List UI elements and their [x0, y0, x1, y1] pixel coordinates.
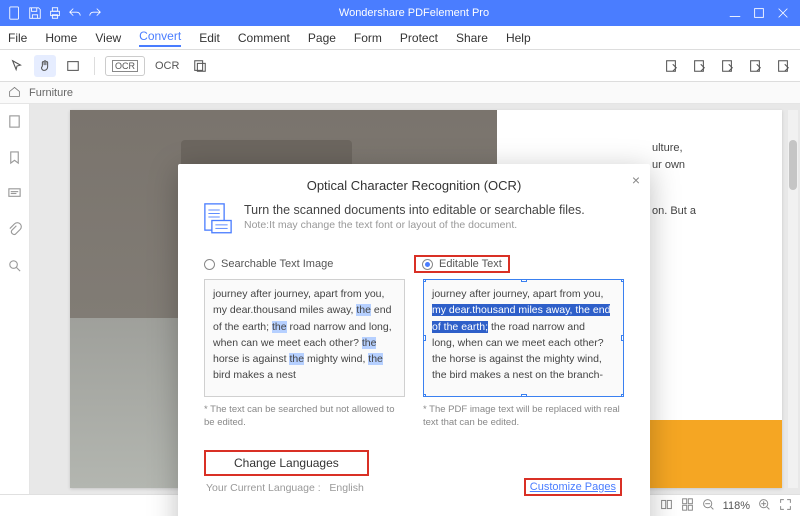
- ocr-badge: OCR: [105, 56, 145, 76]
- ocr-button[interactable]: OCR: [151, 55, 183, 77]
- preview-editable: journey after journey, apart from you, m…: [423, 279, 624, 430]
- left-panel: [0, 104, 30, 494]
- search-icon[interactable]: [7, 258, 22, 278]
- document-ocr-icon: [204, 203, 232, 235]
- menu-help[interactable]: Help: [506, 31, 531, 45]
- app-icon: [8, 6, 22, 20]
- menu-home[interactable]: Home: [45, 31, 77, 45]
- minimize-button[interactable]: [728, 6, 742, 20]
- window-title: Wondershare PDFelement Pro: [110, 7, 718, 19]
- menu-form[interactable]: Form: [354, 31, 382, 45]
- attachments-icon[interactable]: [7, 222, 22, 242]
- dialog-title: Optical Character Recognition (OCR): [200, 178, 628, 193]
- dialog-close-button[interactable]: ×: [632, 172, 640, 188]
- dialog-note: Note:It may change the text font or layo…: [244, 219, 585, 231]
- batch-convert-icon[interactable]: [189, 55, 211, 77]
- zoom-out-icon[interactable]: [702, 498, 715, 514]
- vertical-scrollbar[interactable]: [788, 110, 798, 488]
- close-button[interactable]: [776, 6, 790, 20]
- redo-icon[interactable]: [88, 6, 102, 20]
- radio-icon: [204, 259, 215, 270]
- thumbnails-icon[interactable]: [7, 114, 22, 134]
- save-icon[interactable]: [28, 6, 42, 20]
- undo-icon[interactable]: [68, 6, 82, 20]
- two-page-icon[interactable]: [660, 498, 673, 514]
- two-continuous-icon[interactable]: [681, 498, 694, 514]
- radio-selected-icon: [422, 259, 433, 270]
- to-ppt-icon[interactable]: [716, 55, 738, 77]
- breadcrumb-item[interactable]: Furniture: [29, 87, 73, 99]
- toolbar: OCR OCR: [0, 50, 800, 82]
- option-editable[interactable]: Editable Text: [414, 255, 624, 273]
- dialog-heading: Turn the scanned documents into editable…: [244, 203, 585, 217]
- comments-icon[interactable]: [7, 186, 22, 206]
- bookmarks-icon[interactable]: [7, 150, 22, 170]
- menu-view[interactable]: View: [95, 31, 121, 45]
- hand-tool[interactable]: [34, 55, 56, 77]
- to-image-icon[interactable]: [744, 55, 766, 77]
- preview-searchable-box: journey after journey, apart from you, m…: [204, 279, 405, 397]
- fullscreen-icon[interactable]: [779, 498, 792, 514]
- menu-edit[interactable]: Edit: [199, 31, 220, 45]
- preview-editable-box: journey after journey, apart from you, m…: [423, 279, 624, 397]
- preview-searchable: journey after journey, apart from you, m…: [204, 279, 405, 430]
- menu-convert[interactable]: Convert: [139, 29, 181, 47]
- document-text-fragment: ulture, ur own on. But a: [652, 140, 772, 220]
- zoom-in-icon[interactable]: [758, 498, 771, 514]
- breadcrumb: Furniture: [0, 82, 800, 104]
- to-pdf-icon[interactable]: [772, 55, 794, 77]
- menu-page[interactable]: Page: [308, 31, 336, 45]
- titlebar: Wondershare PDFelement Pro: [0, 0, 800, 26]
- customize-pages-link[interactable]: Customize Pages: [524, 478, 622, 496]
- menu-share[interactable]: Share: [456, 31, 488, 45]
- menu-comment[interactable]: Comment: [238, 31, 290, 45]
- to-excel-icon[interactable]: [688, 55, 710, 77]
- to-word-icon[interactable]: [660, 55, 682, 77]
- pointer-tool[interactable]: [6, 55, 28, 77]
- print-icon[interactable]: [48, 6, 62, 20]
- zoom-level: 118%: [723, 500, 750, 512]
- menu-file[interactable]: File: [8, 31, 27, 45]
- maximize-button[interactable]: [752, 6, 766, 20]
- home-icon[interactable]: [8, 85, 21, 101]
- change-languages-button[interactable]: Change Languages: [204, 450, 369, 476]
- menu-protect[interactable]: Protect: [400, 31, 438, 45]
- option-searchable[interactable]: Searchable Text Image: [204, 255, 414, 273]
- select-tool[interactable]: [62, 55, 84, 77]
- workspace: ulture, ur own on. But a × Optical Chara…: [0, 104, 800, 494]
- menubar: File Home View Convert Edit Comment Page…: [0, 26, 800, 50]
- ocr-dialog: × Optical Character Recognition (OCR) Tu…: [178, 164, 650, 516]
